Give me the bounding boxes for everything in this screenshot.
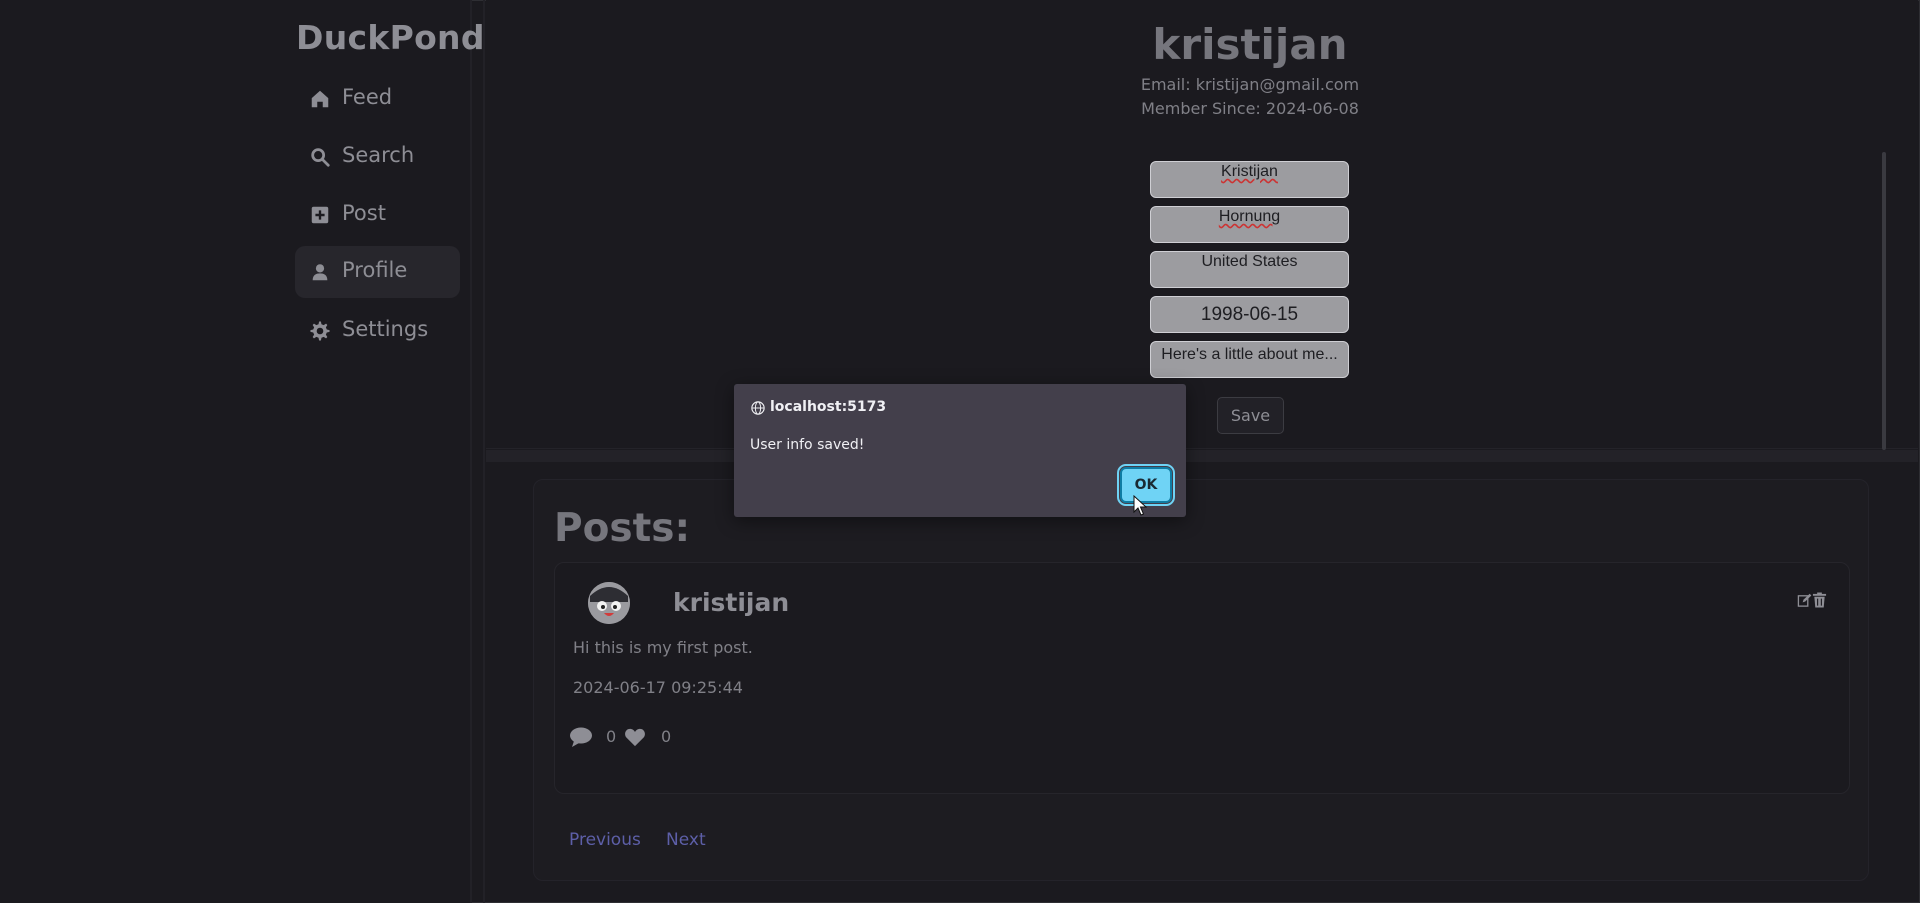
- sidebar-item-post[interactable]: Post: [295, 189, 460, 241]
- bio-placeholder: Here's a little about me...: [1161, 346, 1338, 363]
- sidebar-item-feed[interactable]: Feed: [295, 73, 460, 125]
- duck-avatar-icon: [588, 582, 630, 624]
- user-icon: [312, 264, 328, 281]
- sidebar-divider: [470, 0, 472, 903]
- mouse-cursor-icon: [1133, 495, 1147, 516]
- birthdate-value: 1998-06-15: [1200, 304, 1299, 325]
- save-button[interactable]: Save: [1217, 397, 1284, 434]
- first-name-value: Kristijan: [1221, 163, 1278, 180]
- post-body: Hi this is my first post.: [573, 638, 753, 657]
- avatar: [588, 582, 630, 624]
- profile-member-since: Member Since: 2024-06-08: [1141, 99, 1359, 118]
- birthdate-field[interactable]: 1998-06-15: [1150, 296, 1349, 333]
- sidebar-item-profile[interactable]: Profile: [295, 246, 460, 298]
- comment-count: 0: [606, 727, 617, 746]
- sidebar-item-label: Feed: [342, 85, 393, 109]
- posts-title: Posts:: [554, 506, 691, 551]
- heart-icon[interactable]: [624, 727, 646, 747]
- country-value: United States: [1201, 253, 1298, 270]
- sidebar-item-label: Search: [342, 143, 415, 167]
- edit-icon[interactable]: [1797, 593, 1812, 608]
- sidebar-item-label: Settings: [342, 317, 429, 341]
- globe-icon: [751, 401, 765, 415]
- brand-logo[interactable]: DuckPond: [296, 18, 485, 57]
- sidebar-item-search[interactable]: Search: [295, 131, 460, 183]
- trash-icon[interactable]: [1812, 592, 1827, 608]
- dialog-message: User info saved!: [750, 437, 865, 453]
- profile-email: Email: kristijan@gmail.com: [1140, 75, 1360, 94]
- previous-page-link[interactable]: Previous: [569, 830, 641, 850]
- sidebar-item-settings[interactable]: Settings: [295, 305, 460, 357]
- profile-username: kristijan: [1152, 20, 1348, 69]
- main-divider: [483, 0, 485, 903]
- comment-icon[interactable]: [569, 726, 593, 748]
- section-separator: [486, 450, 1918, 462]
- scrollbar[interactable]: [1882, 152, 1886, 450]
- plus-square-icon: [311, 206, 329, 224]
- last-name-field[interactable]: Hornung: [1150, 206, 1349, 243]
- next-page-link[interactable]: Next: [666, 830, 706, 850]
- first-name-field[interactable]: Kristijan: [1150, 161, 1349, 198]
- last-name-value: Hornung: [1218, 208, 1281, 225]
- sidebar-item-label: Post: [342, 201, 386, 225]
- gear-icon: [310, 321, 330, 341]
- like-count: 0: [661, 727, 672, 746]
- dialog-origin: localhost:5173: [770, 399, 887, 415]
- post-author[interactable]: kristijan: [673, 588, 789, 617]
- bio-field[interactable]: Here's a little about me...: [1150, 341, 1349, 378]
- post-timestamp: 2024-06-17 09:25:44: [573, 678, 743, 697]
- search-icon: [311, 148, 330, 167]
- country-field[interactable]: United States: [1150, 251, 1349, 288]
- home-icon: [311, 90, 329, 108]
- sidebar-item-label: Profile: [342, 258, 408, 282]
